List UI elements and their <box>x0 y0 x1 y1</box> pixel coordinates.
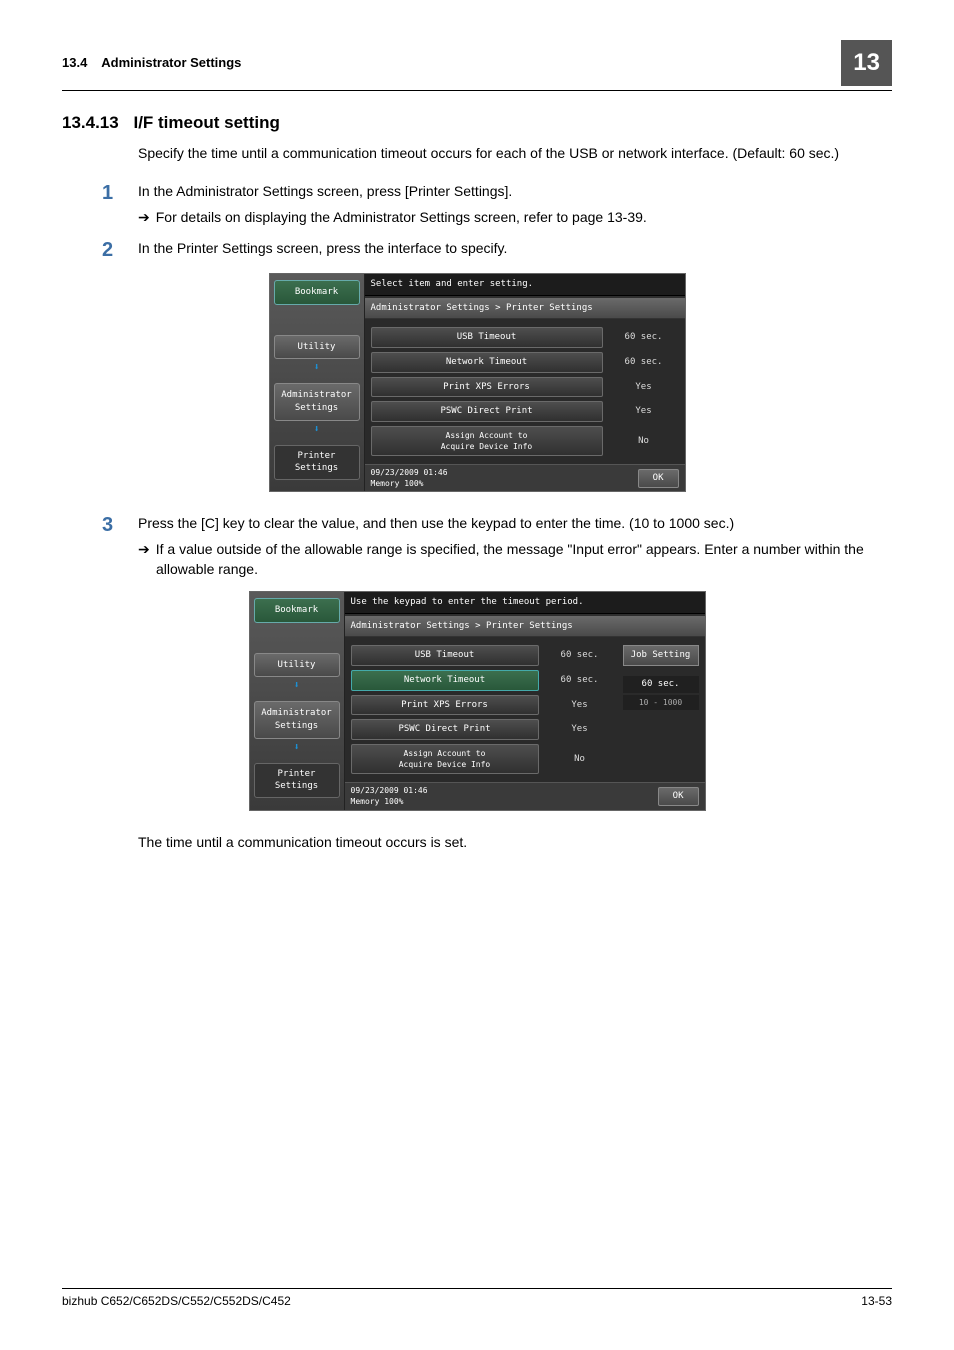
status-datetime: 09/23/2009 01:46 <box>351 785 428 796</box>
print-xps-errors-value: Yes <box>545 699 615 712</box>
step-3-text: Press the [C] key to clear the value, an… <box>138 514 892 534</box>
step-2-text: In the Printer Settings screen, press th… <box>138 239 892 259</box>
admin-settings-tab[interactable]: Administrator Settings <box>254 701 340 738</box>
bookmark-tab[interactable]: Bookmark <box>254 598 340 623</box>
assign-account-value: No <box>545 753 615 766</box>
ok-button[interactable]: OK <box>638 469 679 488</box>
print-xps-errors-value: Yes <box>609 381 679 394</box>
pswc-direct-print-button[interactable]: PSWC Direct Print <box>351 719 539 740</box>
network-timeout-value: 60 sec. <box>545 674 615 687</box>
header-section-title: Administrator Settings <box>101 55 241 70</box>
utility-tab[interactable]: Utility <box>254 653 340 678</box>
chevron-down-icon: ⬇ <box>274 423 360 437</box>
utility-tab[interactable]: Utility <box>274 335 360 360</box>
network-timeout-button[interactable]: Network Timeout <box>371 352 603 373</box>
panel-instruction: Use the keypad to enter the timeout peri… <box>345 592 705 614</box>
pswc-direct-print-value: Yes <box>545 723 615 736</box>
step-3: 3 Press the [C] key to clear the value, … <box>102 514 892 579</box>
step-1-sub: For details on displaying the Administra… <box>156 208 892 228</box>
chevron-down-icon: ⬇ <box>274 361 360 375</box>
job-setting-value: 60 sec. <box>623 676 699 693</box>
assign-account-button[interactable]: Assign Account to Acquire Device Info <box>371 426 603 456</box>
network-timeout-button[interactable]: Network Timeout <box>351 670 539 691</box>
closing-text: The time until a communication timeout o… <box>138 833 892 853</box>
ok-button[interactable]: OK <box>658 787 699 806</box>
chevron-down-icon: ⬇ <box>254 679 340 693</box>
intro-text: Specify the time until a communication t… <box>138 144 892 164</box>
step-1: 1 In the Administrator Settings screen, … <box>102 182 892 227</box>
status-memory: Memory 100% <box>351 796 428 807</box>
breadcrumb: Administrator Settings > Printer Setting… <box>345 616 705 638</box>
usb-timeout-button[interactable]: USB Timeout <box>371 327 603 348</box>
status-memory: Memory 100% <box>371 478 448 489</box>
step-2: 2 In the Printer Settings screen, press … <box>102 239 892 261</box>
breadcrumb: Administrator Settings > Printer Setting… <box>365 298 685 320</box>
panel-instruction: Select item and enter setting. <box>365 274 685 296</box>
status-datetime: 09/23/2009 01:46 <box>371 467 448 478</box>
page-footer: bizhub C652/C652DS/C552/C552DS/C452 13-5… <box>62 1288 892 1310</box>
chapter-badge: 13 <box>841 40 892 86</box>
network-timeout-value: 60 sec. <box>609 356 679 369</box>
bookmark-tab[interactable]: Bookmark <box>274 280 360 305</box>
print-xps-errors-button[interactable]: Print XPS Errors <box>371 377 603 398</box>
step-3-sub: If a value outside of the allowable rang… <box>156 540 892 579</box>
usb-timeout-value: 60 sec. <box>609 331 679 344</box>
chevron-down-icon: ⬇ <box>254 741 340 755</box>
printer-settings-tab[interactable]: Printer Settings <box>274 445 360 480</box>
admin-settings-tab[interactable]: Administrator Settings <box>274 383 360 420</box>
page-header: 13.4 Administrator Settings 13 <box>62 40 892 91</box>
assign-account-value: No <box>609 435 679 448</box>
print-xps-errors-button[interactable]: Print XPS Errors <box>351 695 539 716</box>
step-num-3: 3 <box>102 514 138 579</box>
heading-title: I/F timeout setting <box>133 113 279 132</box>
screenshot-1: Bookmark Utility ⬇ Administrator Setting… <box>269 273 686 492</box>
step-1-text: In the Administrator Settings screen, pr… <box>138 182 892 202</box>
step-num-1: 1 <box>102 182 138 227</box>
step-num-2: 2 <box>102 239 138 261</box>
job-setting-label: Job Setting <box>623 645 699 666</box>
pswc-direct-print-value: Yes <box>609 405 679 418</box>
job-setting-range: 10 - 1000 <box>623 695 699 710</box>
usb-timeout-value: 60 sec. <box>545 649 615 662</box>
footer-model: bizhub C652/C652DS/C552/C552DS/C452 <box>62 1293 291 1310</box>
footer-page: 13-53 <box>861 1293 892 1310</box>
pswc-direct-print-button[interactable]: PSWC Direct Print <box>371 401 603 422</box>
printer-settings-tab[interactable]: Printer Settings <box>254 763 340 798</box>
header-section-num: 13.4 <box>62 55 87 70</box>
screenshot-2: Bookmark Utility ⬇ Administrator Setting… <box>249 591 706 810</box>
heading-num: 13.4.13 <box>62 113 119 132</box>
section-heading: 13.4.13 I/F timeout setting <box>62 111 892 135</box>
usb-timeout-button[interactable]: USB Timeout <box>351 645 539 666</box>
assign-account-button[interactable]: Assign Account to Acquire Device Info <box>351 744 539 774</box>
